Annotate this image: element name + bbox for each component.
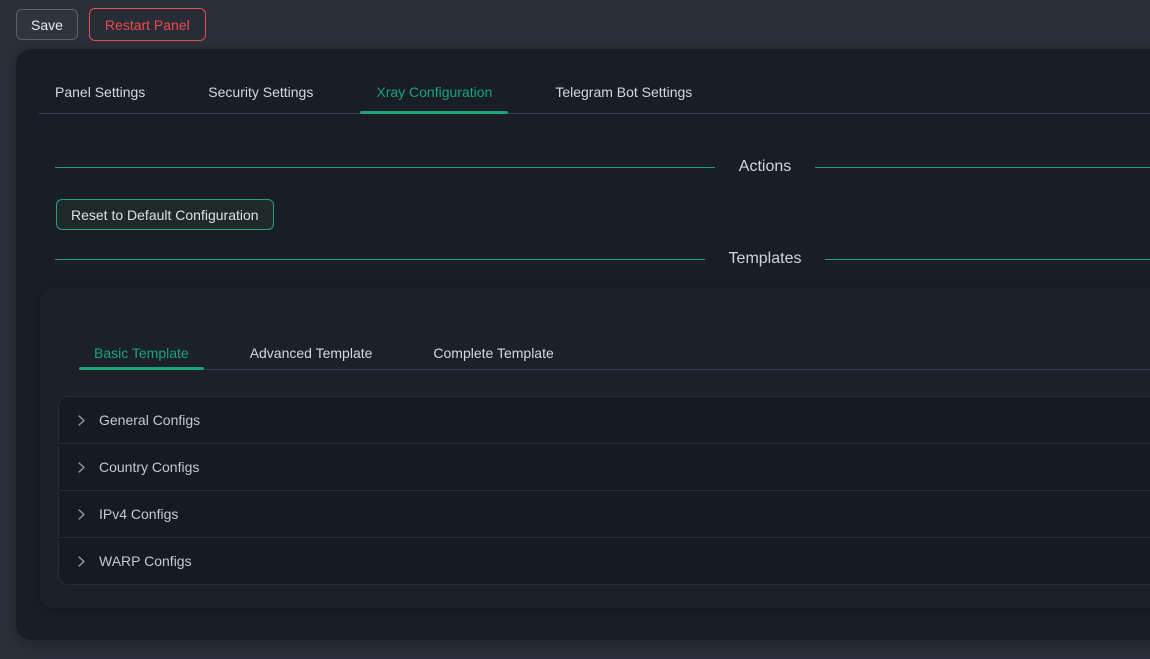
chevron-right-icon [75,555,88,568]
tab-basic-template[interactable]: Basic Template [79,345,204,369]
template-tab-bar: Basic Template Advanced Template Complet… [79,288,1150,370]
accordion-header-country-configs[interactable]: Country Configs [59,444,1150,490]
chevron-right-icon [75,414,88,427]
accordion-label: IPv4 Configs [99,506,178,522]
restart-panel-button[interactable]: Restart Panel [89,8,206,41]
tab-telegram-bot-settings[interactable]: Telegram Bot Settings [539,78,708,113]
divider-line [825,259,1150,260]
accordion-item-warp-configs: WARP Configs [59,537,1150,584]
tab-complete-template[interactable]: Complete Template [418,345,568,369]
accordion-header-ipv4-configs[interactable]: IPv4 Configs [59,491,1150,537]
actions-row: Reset to Default Configuration [56,199,1150,230]
top-toolbar: Save Restart Panel [0,0,1150,49]
accordion-header-warp-configs[interactable]: WARP Configs [59,538,1150,584]
accordion-item-country-configs: Country Configs [59,443,1150,490]
chevron-right-icon [75,508,88,521]
actions-section-title: Actions [739,158,791,176]
template-config-accordion: General Configs Country Configs IPv4 Con… [58,396,1150,585]
divider-line [55,167,715,168]
tab-xray-configuration[interactable]: Xray Configuration [360,78,508,113]
divider-line [55,259,705,260]
accordion-label: General Configs [99,412,200,428]
save-button[interactable]: Save [16,9,78,40]
templates-card: Basic Template Advanced Template Complet… [40,288,1150,608]
templates-divider: Templates [55,250,1150,268]
settings-tab-bar: Panel Settings Security Settings Xray Co… [39,78,1150,114]
actions-divider: Actions [55,158,1150,176]
divider-line [815,167,1150,168]
templates-section-title: Templates [729,250,802,268]
accordion-label: Country Configs [99,459,199,475]
tab-advanced-template[interactable]: Advanced Template [235,345,388,369]
chevron-right-icon [75,461,88,474]
accordion-header-general-configs[interactable]: General Configs [59,397,1150,443]
tab-security-settings[interactable]: Security Settings [192,78,329,113]
tab-panel-settings[interactable]: Panel Settings [39,78,161,113]
accordion-item-general-configs: General Configs [59,397,1150,443]
settings-card: Panel Settings Security Settings Xray Co… [16,49,1150,640]
accordion-label: WARP Configs [99,553,192,569]
reset-default-config-button[interactable]: Reset to Default Configuration [56,199,274,230]
accordion-item-ipv4-configs: IPv4 Configs [59,490,1150,537]
